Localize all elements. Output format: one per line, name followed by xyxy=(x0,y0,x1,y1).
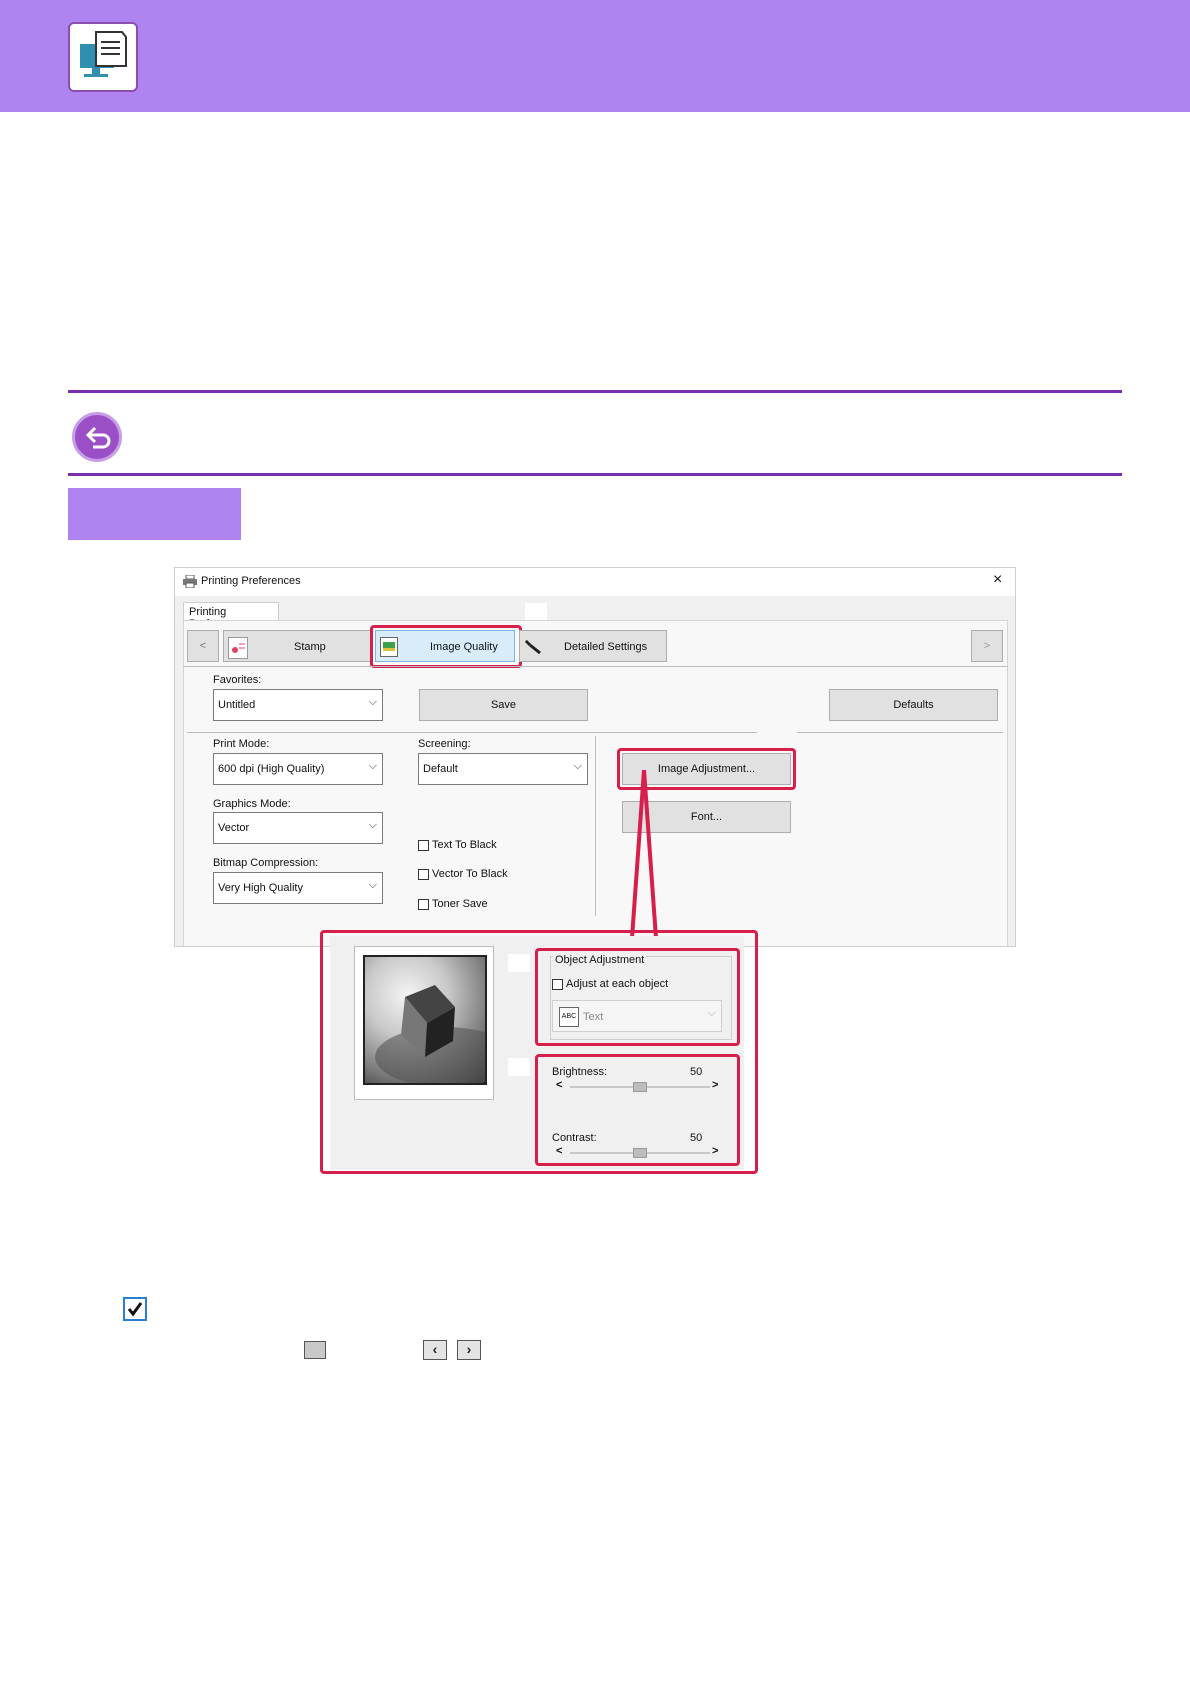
defaults-button[interactable]: Defaults xyxy=(829,689,998,721)
wrench-icon xyxy=(524,638,542,657)
print-mode-select[interactable]: 600 dpi (High Quality) ⌵ xyxy=(213,753,383,785)
preview-image xyxy=(363,955,515,1087)
save-button[interactable]: Save xyxy=(419,689,588,721)
chevron-down-icon: ⌵ xyxy=(368,760,377,772)
tabs-prev-button[interactable]: < xyxy=(187,630,219,662)
bitmap-compression-label: Bitmap Compression: xyxy=(213,857,319,869)
checkmark-icon xyxy=(123,1297,147,1321)
tab-stamp-label: Stamp xyxy=(294,641,326,653)
dialog-title: Printing Preferences xyxy=(201,575,301,587)
print-mode-value: 600 dpi (High Quality) xyxy=(218,763,325,775)
divider-left xyxy=(187,732,757,733)
column-divider xyxy=(595,736,596,916)
blank-marker xyxy=(508,954,530,972)
tab-divider xyxy=(183,666,1008,667)
chevron-down-icon: ⌵ xyxy=(368,879,377,891)
text-to-black-checkbox[interactable]: Text To Black xyxy=(418,839,497,851)
favorites-label: Favorites: xyxy=(213,674,262,686)
dialog-titlebar: Printing Preferences × xyxy=(175,568,1015,596)
blank-tab xyxy=(525,603,547,621)
highlight-object-adjustment xyxy=(535,948,740,1046)
favorites-value: Untitled xyxy=(218,699,256,711)
preview-frame xyxy=(354,946,515,1100)
graphics-mode-select[interactable]: Vector ⌵ xyxy=(213,812,383,844)
divider-right xyxy=(797,732,1003,733)
tabs-next-button[interactable]: > xyxy=(971,630,1003,662)
chevron-down-icon: ⌵ xyxy=(368,819,377,831)
highlight-image-quality-tab xyxy=(370,625,522,668)
toner-save-checkbox[interactable]: Toner Save xyxy=(418,898,488,910)
chevron-down-icon: ⌵ xyxy=(573,760,582,772)
highlight-sliders xyxy=(535,1054,740,1166)
top-rule xyxy=(68,390,1122,393)
page-header xyxy=(0,0,1190,112)
screening-label: Screening: xyxy=(418,738,471,750)
callout-connector xyxy=(630,769,658,939)
bitmap-compression-select[interactable]: Very High Quality ⌵ xyxy=(213,872,383,904)
back-arrow-icon[interactable] xyxy=(72,412,122,462)
stamp-icon xyxy=(228,637,248,659)
tab-detailed-settings[interactable]: Detailed Settings xyxy=(519,630,667,662)
printing-preferences-dialog: Printing Preferences × Printing Preferen… xyxy=(174,567,1016,947)
tab-detailed-settings-label: Detailed Settings xyxy=(564,641,648,653)
graphics-mode-label: Graphics Mode: xyxy=(213,798,291,810)
image-adjustment-panel: Object Adjustment Adjust at each object … xyxy=(330,936,744,1170)
right-arrow-icon: › xyxy=(457,1340,481,1360)
chevron-down-icon: ⌵ xyxy=(368,696,377,708)
tab-stamp[interactable]: Stamp xyxy=(223,630,371,662)
favorites-select[interactable]: Untitled ⌵ xyxy=(213,689,383,721)
vector-to-black-checkbox[interactable]: Vector To Black xyxy=(418,868,508,880)
step-tab xyxy=(68,488,241,540)
screening-select[interactable]: Default ⌵ xyxy=(418,753,588,785)
left-arrow-icon: ‹ xyxy=(423,1340,447,1360)
bitmap-compression-value: Very High Quality xyxy=(218,882,303,894)
tab-printing-preferences[interactable]: Printing Preferences xyxy=(183,602,279,630)
close-icon[interactable]: × xyxy=(993,571,1002,589)
blank-marker xyxy=(508,1058,530,1076)
print-mode-label: Print Mode: xyxy=(213,738,270,750)
graphics-mode-value: Vector xyxy=(218,822,250,834)
bottom-rule xyxy=(68,473,1122,476)
printer-monitor-icon xyxy=(68,22,138,92)
slider-thumb-icon xyxy=(304,1341,326,1359)
printer-icon xyxy=(183,574,197,591)
screening-value: Default xyxy=(423,763,458,775)
